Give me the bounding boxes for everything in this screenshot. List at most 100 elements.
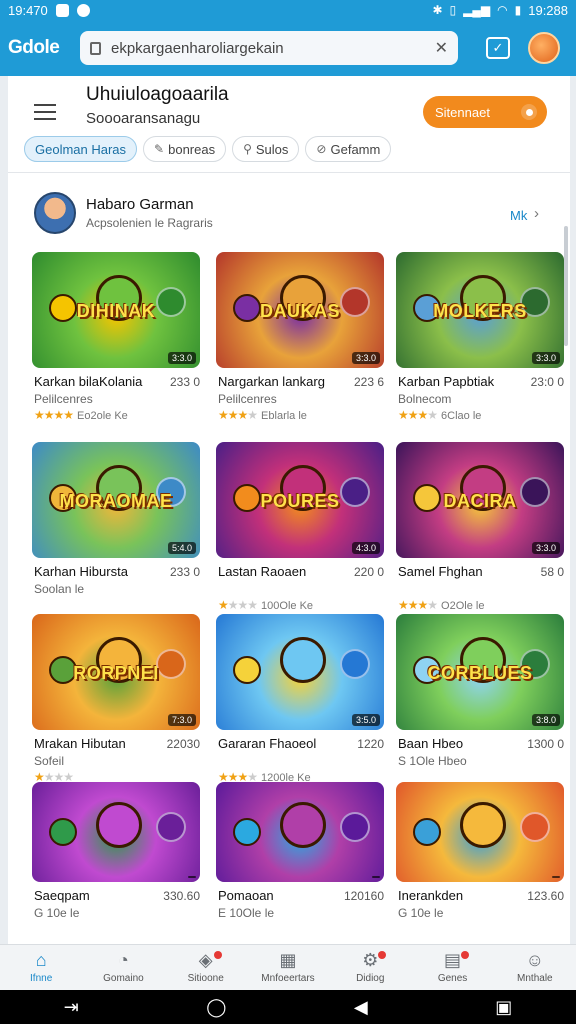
game-thumbnail[interactable] bbox=[396, 782, 564, 882]
menu-icon[interactable] bbox=[34, 104, 56, 120]
rating-badge: 5:4.0 bbox=[167, 542, 196, 554]
game-name[interactable]: Nargarkan lankarg bbox=[218, 374, 325, 389]
game-tile[interactable]: Saeqpam 330.60 G 10e le bbox=[32, 782, 200, 920]
rating-badge: 3:3.0 bbox=[531, 352, 560, 364]
profile-avatar[interactable] bbox=[528, 32, 560, 64]
game-thumbnail[interactable] bbox=[32, 782, 200, 882]
game-name[interactable]: Inerankden bbox=[398, 888, 463, 903]
game-subtitle: Pelilcenres bbox=[34, 392, 93, 406]
scrollbar[interactable] bbox=[564, 226, 568, 346]
character-art bbox=[232, 655, 261, 684]
game-name[interactable]: Gararan Fhaoeol bbox=[218, 736, 316, 751]
rating-badge: 3:3.0 bbox=[351, 352, 380, 364]
divider bbox=[8, 172, 570, 173]
url-text[interactable]: ekpkargaenharoliargekain bbox=[111, 40, 425, 57]
game-name[interactable]: Pomaoan bbox=[218, 888, 274, 903]
game-name[interactable]: Saeqpam bbox=[34, 888, 90, 903]
game-name[interactable]: Lastan Raoaen bbox=[218, 564, 306, 579]
game-tile[interactable]: DACIRA 3:3.0 Samel Fhghan 58 0 ★★★★ O2Ole… bbox=[396, 442, 564, 612]
game-thumbnail[interactable]: MOLKERS 3:3.0 bbox=[396, 252, 564, 368]
notification-icon bbox=[55, 3, 69, 17]
game-thumbnail[interactable]: MORAOMAE 5:4.0 bbox=[32, 442, 200, 558]
game-count: 223 6 bbox=[353, 375, 384, 389]
game-thumbnail[interactable]: DIHINAK 3:3.0 bbox=[32, 252, 200, 368]
section-avatar[interactable] bbox=[34, 192, 76, 234]
browser-toolbar: Gdole ekpkargaenharoliargekain ✕ ✓ bbox=[0, 20, 576, 76]
star-rating: ★★★★ 6Clao le bbox=[398, 408, 482, 422]
clear-url-icon[interactable]: ✕ bbox=[435, 38, 448, 58]
rating-badge bbox=[552, 876, 560, 878]
game-thumbnail[interactable]: 3:5.0 bbox=[216, 614, 384, 730]
game-name[interactable]: Karban Papbtiak bbox=[398, 374, 494, 389]
nav-item-4[interactable]: ⚙ Didiog bbox=[329, 945, 411, 990]
nav-label: Gomaino bbox=[103, 973, 144, 984]
home-button-icon[interactable]: ◯ bbox=[206, 997, 226, 1018]
battery-icon: ▮ bbox=[514, 3, 522, 17]
game-thumbnail[interactable]: RORPNEI 7:3.0 bbox=[32, 614, 200, 730]
address-bar[interactable]: ekpkargaenharoliargekain ✕ bbox=[80, 31, 458, 65]
game-thumbnail[interactable]: DAUKAS 3:3.0 bbox=[216, 252, 384, 368]
nav-label: Genes bbox=[437, 973, 468, 984]
game-thumb-title: DIHINAK bbox=[76, 300, 156, 321]
nav-item-3[interactable]: ▦ Mnfoeertars bbox=[247, 945, 329, 990]
game-thumbnail[interactable]: DACIRA 3:3.0 bbox=[396, 442, 564, 558]
nav-item-5[interactable]: ▤ Genes bbox=[411, 945, 493, 990]
recents-button-icon[interactable]: ▣ bbox=[495, 997, 512, 1018]
tabs-button[interactable]: ✓ bbox=[486, 37, 510, 59]
nav-label: Didiog bbox=[356, 973, 385, 984]
game-thumb-title: POURES bbox=[260, 490, 340, 511]
game-tile[interactable]: DIHINAK 3:3.0 Karkan bilaKolania 233 0 ★… bbox=[32, 252, 200, 422]
character-art bbox=[340, 648, 371, 679]
game-tile[interactable]: DAUKAS 3:3.0 Nargarkan lankarg 223 6 ★★★… bbox=[216, 252, 384, 422]
game-name[interactable]: Samel Fhghan bbox=[398, 564, 483, 579]
game-count: 120160 bbox=[343, 889, 384, 903]
nav-item-0[interactable]: ⌂ Ifnne bbox=[0, 945, 82, 990]
chip-label: Geolman Haras bbox=[35, 141, 127, 157]
game-name[interactable]: Karhan Hibursta bbox=[34, 564, 128, 579]
nav-label: Mnfoeertars bbox=[261, 973, 315, 984]
nav-item-6[interactable]: ☺ Mnthale bbox=[494, 945, 576, 990]
game-thumbnail[interactable]: CORBLUES 3:8.0 bbox=[396, 614, 564, 730]
game-tile[interactable]: 3:5.0 Gararan Fhaoeol 1220 ★★★★ 1200le Ke bbox=[216, 614, 384, 784]
nav-item-1[interactable]: ◔ Gomaino bbox=[82, 945, 164, 990]
game-count: 233 0 bbox=[169, 565, 200, 579]
game-thumb-title: MOLKERS bbox=[433, 300, 527, 321]
game-thumbnail[interactable]: POURES 4:3.0 bbox=[216, 442, 384, 558]
vibrate-icon: ▯ bbox=[449, 3, 457, 17]
game-tile[interactable]: CORBLUES 3:8.0 Baan Hbeo 1300 0 S 1Ole H… bbox=[396, 614, 564, 768]
game-count: 58 0 bbox=[540, 565, 564, 579]
section-more-link[interactable]: Mk bbox=[510, 208, 527, 223]
chip-label: bonreas bbox=[168, 141, 216, 157]
system-navigation: ⇥ ◯ ◀ ▣ bbox=[0, 990, 576, 1024]
chevron-right-icon[interactable]: › bbox=[534, 205, 539, 222]
game-tile[interactable]: MORAOMAE 5:4.0 Karhan Hibursta 233 0 Soo… bbox=[32, 442, 200, 596]
chip-0[interactable]: Geolman Haras bbox=[24, 136, 138, 162]
game-tile[interactable]: RORPNEI 7:3.0 Mrakan Hibutan 22030 ★★★★ … bbox=[32, 614, 200, 784]
cta-button[interactable]: Sitennaet bbox=[423, 96, 547, 128]
rating-badge bbox=[188, 876, 196, 878]
cta-dot-icon bbox=[521, 104, 537, 120]
game-tile[interactable]: Inerankden 123.60 G 10e le bbox=[396, 782, 564, 920]
game-tile[interactable]: POURES 4:3.0 Lastan Raoaen 220 0 ★★★★ 100… bbox=[216, 442, 384, 612]
star-label: 6Clao le bbox=[441, 410, 482, 422]
rating-badge: 7:3.0 bbox=[167, 714, 196, 726]
star-label: Eo2ole Ke bbox=[77, 410, 128, 422]
game-name[interactable]: Baan Hbeo bbox=[398, 736, 463, 751]
game-name[interactable]: Karkan bilaKolania bbox=[34, 374, 142, 389]
star-rating: ★★★★ Eblarla le bbox=[218, 408, 307, 422]
chip-1[interactable]: ✎ bonreas bbox=[143, 136, 227, 162]
game-thumbnail[interactable] bbox=[216, 782, 384, 882]
browser-logo[interactable]: Gdole bbox=[8, 37, 80, 59]
game-count: 123.60 bbox=[527, 889, 564, 903]
menu-key-icon[interactable]: ⇥ bbox=[64, 997, 79, 1018]
back-button-icon[interactable]: ◀ bbox=[354, 997, 368, 1018]
nav-item-2[interactable]: ◈ Sitioone bbox=[165, 945, 247, 990]
game-tile[interactable]: MOLKERS 3:3.0 Karban Papbtiak 23:0 0 ★★★… bbox=[396, 252, 564, 422]
chip-3[interactable]: ⊘ Gefamm bbox=[305, 136, 392, 162]
game-count: 330.60 bbox=[163, 889, 200, 903]
page-title: Uhuiuloagoaarila bbox=[86, 84, 229, 105]
chip-2[interactable]: ⚲ Sulos bbox=[232, 136, 300, 162]
game-name[interactable]: Mrakan Hibutan bbox=[34, 736, 126, 751]
game-tile[interactable]: Pomaoan 120160 E 10Ole le bbox=[216, 782, 384, 920]
nav-icon: ⌂ bbox=[35, 950, 47, 970]
